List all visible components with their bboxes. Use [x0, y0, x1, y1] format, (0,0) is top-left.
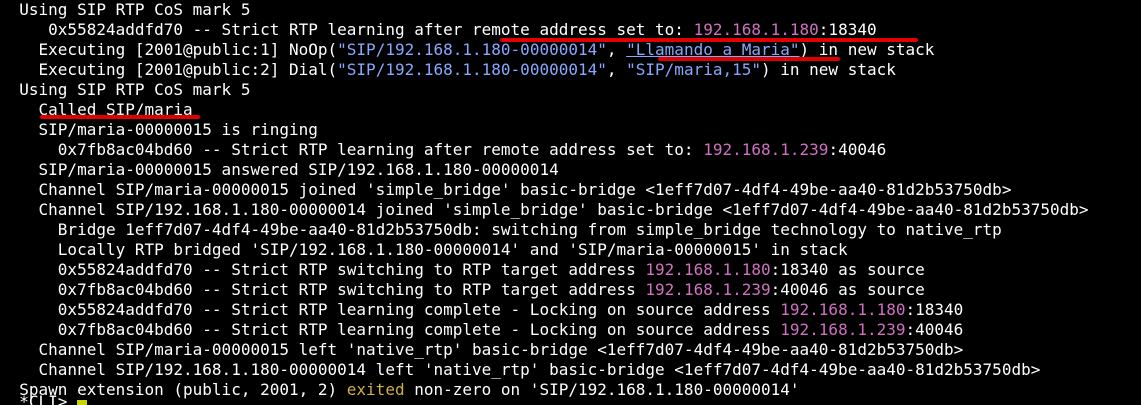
log-text: SIP/maria-00000015 is ringing	[0, 120, 318, 139]
terminal-window[interactable]: Using SIP RTP CoS mark 5 0x55824addfd70 …	[0, 0, 1141, 405]
highlighted-text: "SIP/192.168.1.180-00000014"	[337, 40, 607, 59]
log-text: 0x55824addfd70 -- Strict RTP switching t…	[0, 260, 646, 279]
cursor	[77, 400, 88, 405]
log-text: 0x7fb8ac04bd60 -- Strict RTP learning co…	[0, 320, 781, 339]
terminal-line: Using SIP RTP CoS mark 5	[0, 80, 1141, 100]
log-text: :18340	[818, 20, 877, 39]
terminal-line: 0x55824addfd70 -- Strict RTP learning co…	[0, 300, 1141, 320]
terminal-line: Executing [2001@public:2] Dial("SIP/192.…	[0, 60, 1141, 80]
terminal-line: 0x55824addfd70 -- Strict RTP switching t…	[0, 260, 1141, 280]
terminal-line: 0x7fb8ac04bd60 -- Strict RTP learning af…	[0, 140, 1141, 160]
log-text: :18340	[905, 300, 964, 319]
log-text: :40046	[905, 320, 964, 339]
log-text: ,	[606, 40, 627, 59]
highlighted-text: "SIP/maria,15"	[626, 60, 761, 79]
terminal-line: Bridge 1eff7d07-4df4-49be-aa40-81d2b5375…	[0, 220, 1141, 240]
terminal-line: Executing [2001@public:1] NoOp("SIP/192.…	[0, 40, 1141, 60]
log-text: :18340 as source	[770, 260, 925, 279]
annotation-underline-llamando	[658, 57, 840, 61]
terminal-line: Using SIP RTP CoS mark 5	[0, 0, 1141, 20]
annotation-underline-called	[40, 115, 200, 119]
log-text: 0x55824addfd70 -- Strict RTP learning af…	[0, 20, 694, 39]
highlighted-text: "SIP/192.168.1.180-00000014"	[337, 60, 607, 79]
log-text: ,	[606, 60, 627, 79]
log-text: Channel SIP/maria-00000015 joined 'simpl…	[0, 180, 1012, 199]
highlighted-text: 192.168.1.239	[645, 280, 771, 299]
terminal-line: 0x55824addfd70 -- Strict RTP learning af…	[0, 20, 1141, 40]
log-text: Executing [2001@public:1] NoOp(	[0, 40, 338, 59]
log-text: Using SIP RTP CoS mark 5	[0, 0, 251, 19]
highlighted-text: 192.168.1.180	[780, 300, 906, 319]
log-text: SIP/maria-00000015 answered SIP/192.168.…	[0, 160, 559, 179]
terminal-output: Using SIP RTP CoS mark 5 0x55824addfd70 …	[0, 0, 1141, 400]
terminal-line: 0x7fb8ac04bd60 -- Strict RTP learning co…	[0, 320, 1141, 340]
highlighted-text: 192.168.1.239	[703, 140, 829, 159]
log-text: :40046	[828, 140, 887, 159]
log-text: :40046 as source	[770, 280, 925, 299]
terminal-line: Channel SIP/192.168.1.180-00000014 joine…	[0, 200, 1141, 220]
highlighted-text: 192.168.1.239	[780, 320, 906, 339]
log-text: ) in new stack	[761, 60, 896, 79]
log-text: Using SIP RTP CoS mark 5	[0, 80, 251, 99]
terminal-line: Channel SIP/maria-00000015 left 'native_…	[0, 340, 1141, 360]
annotation-underline-remote-address	[500, 38, 918, 42]
terminal-line: Locally RTP bridged 'SIP/192.168.1.180-0…	[0, 240, 1141, 260]
cli-prompt-line[interactable]: *CLI>	[0, 392, 1141, 405]
terminal-line: SIP/maria-00000015 is ringing	[0, 120, 1141, 140]
log-text: Locally RTP bridged 'SIP/192.168.1.180-0…	[0, 240, 848, 259]
log-text: Channel SIP/192.168.1.180-00000014 left …	[0, 360, 1041, 379]
terminal-line: 0x7fb8ac04bd60 -- Strict RTP switching t…	[0, 280, 1141, 300]
log-text: Channel SIP/maria-00000015 left 'native_…	[0, 340, 964, 359]
terminal-line: SIP/maria-00000015 answered SIP/192.168.…	[0, 160, 1141, 180]
log-text: 0x7fb8ac04bd60 -- Strict RTP learning af…	[0, 140, 704, 159]
cli-prompt: *CLI>	[0, 392, 78, 405]
log-text: Bridge 1eff7d07-4df4-49be-aa40-81d2b5375…	[0, 220, 1002, 239]
log-text: 0x55824addfd70 -- Strict RTP learning co…	[0, 300, 781, 319]
log-text: 0x7fb8ac04bd60 -- Strict RTP switching t…	[0, 280, 646, 299]
highlighted-text: 192.168.1.180	[693, 20, 819, 39]
terminal-line: Channel SIP/maria-00000015 joined 'simpl…	[0, 180, 1141, 200]
log-text: Executing [2001@public:2] Dial(	[0, 60, 338, 79]
highlighted-text: 192.168.1.180	[645, 260, 771, 279]
terminal-line: Channel SIP/192.168.1.180-00000014 left …	[0, 360, 1141, 380]
log-text: Channel SIP/192.168.1.180-00000014 joine…	[0, 200, 1089, 219]
